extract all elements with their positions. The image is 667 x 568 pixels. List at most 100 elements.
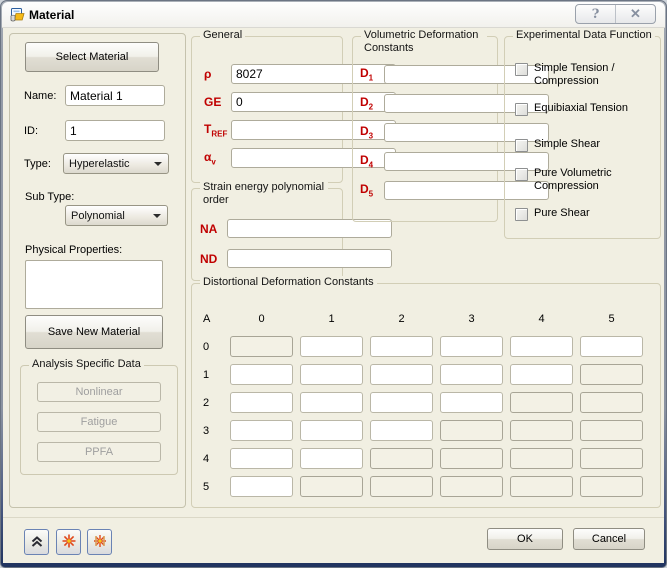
d1-label: D1 [360, 66, 384, 82]
constant-cell-5-5 [580, 476, 643, 497]
distortional-constants-table: A012345012345 [199, 308, 643, 497]
physical-properties-label: Physical Properties: [25, 244, 122, 256]
checkbox-pure-shear[interactable] [515, 208, 528, 221]
constant-cell-1-0[interactable] [230, 364, 293, 385]
general-group-title: General [200, 29, 245, 42]
chevron-double-up-icon [29, 533, 45, 552]
constant-cell-5-4 [510, 476, 573, 497]
constant-cell-1-2[interactable] [370, 364, 433, 385]
material-dialog: Material ? ✕ Select Material Name: ID: T… [0, 0, 667, 568]
constant-cell-0-4[interactable] [510, 336, 573, 357]
nonlinear-button: Nonlinear [37, 382, 161, 402]
volumetric-constants-group: Volumetric Deformation Constants D1D2D3D… [352, 36, 498, 222]
alpha-v-field-row: αv [204, 148, 331, 168]
subtype-dropdown[interactable]: Polynomial [65, 205, 168, 226]
distortional-constants-group: Distortional Deformation Constants A0123… [191, 283, 661, 508]
constant-cell-2-2[interactable] [370, 392, 433, 413]
checkbox-label: Pure Volumetric Compression [534, 167, 648, 193]
constant-cell-2-1[interactable] [300, 392, 363, 413]
help-button[interactable]: ? [576, 5, 615, 23]
title-bar: Material ? ✕ [2, 2, 665, 28]
type-dropdown[interactable]: Hyperelastic [63, 153, 169, 174]
starburst-icon [61, 533, 77, 552]
name-label: Name: [24, 90, 56, 102]
column-header-3: 3 [440, 308, 503, 329]
starburst-button[interactable] [56, 529, 81, 555]
type-dropdown-value: Hyperelastic [69, 158, 130, 170]
starburst-bars-button[interactable] [87, 529, 112, 555]
row-header-5: 5 [199, 476, 223, 497]
column-header-4: 4 [510, 308, 573, 329]
d4-field-row: D4 [360, 152, 484, 171]
rho-label: ρ [204, 67, 231, 81]
experimental-option-row: Simple Shear [515, 138, 656, 152]
strain-energy-group: Strain energy polynomial order NAND [191, 188, 343, 281]
ok-button[interactable]: OK [487, 528, 563, 550]
nd-label: ND [200, 252, 227, 266]
constant-cell-2-0[interactable] [230, 392, 293, 413]
subtype-dropdown-value: Polynomial [71, 210, 125, 222]
close-button[interactable]: ✕ [616, 5, 655, 23]
constant-cell-4-0[interactable] [230, 448, 293, 469]
constant-cell-4-1[interactable] [300, 448, 363, 469]
experimental-option-row: Equibiaxial Tension [515, 102, 656, 116]
checkbox-simple-shear[interactable] [515, 139, 528, 152]
chevron-down-icon [154, 162, 162, 166]
d2-field-row: D2 [360, 94, 484, 113]
physical-properties-listbox[interactable] [25, 260, 163, 309]
constant-cell-5-0[interactable] [230, 476, 293, 497]
checkbox-label: Pure Shear [534, 207, 590, 220]
id-label: ID: [24, 125, 38, 137]
checkbox-simple-tension-compression[interactable] [515, 63, 528, 76]
column-header-5: 5 [580, 308, 643, 329]
constant-cell-5-1 [300, 476, 363, 497]
constant-cell-3-5 [580, 420, 643, 441]
checkbox-label: Simple Shear [534, 138, 600, 151]
nd-input[interactable] [227, 249, 392, 268]
column-header-1: 1 [300, 308, 363, 329]
footer-separator [3, 517, 664, 518]
analysis-group-title: Analysis Specific Data [29, 358, 144, 371]
checkbox-label: Simple Tension / Compression [534, 62, 648, 88]
constant-cell-4-2 [370, 448, 433, 469]
checkbox-equibiaxial-tension[interactable] [515, 103, 528, 116]
constant-cell-1-3[interactable] [440, 364, 503, 385]
constant-cell-1-1[interactable] [300, 364, 363, 385]
select-material-button[interactable]: Select Material [25, 42, 159, 72]
experimental-group-title: Experimental Data Function [513, 29, 655, 42]
d1-field-row: D1 [360, 65, 484, 84]
experimental-option-row: Pure Volumetric Compression [515, 167, 656, 193]
constant-cell-3-2[interactable] [370, 420, 433, 441]
checkbox-pure-volumetric-compression[interactable] [515, 168, 528, 181]
fatigue-button: Fatigue [37, 412, 161, 432]
d3-label: D3 [360, 124, 384, 140]
constant-cell-0-1[interactable] [300, 336, 363, 357]
constant-cell-1-4[interactable] [510, 364, 573, 385]
constant-cell-3-1[interactable] [300, 420, 363, 441]
cancel-button[interactable]: Cancel [573, 528, 645, 550]
constant-cell-2-4 [510, 392, 573, 413]
constant-cell-2-3[interactable] [440, 392, 503, 413]
chevron-double-up-button[interactable] [24, 529, 49, 555]
d3-field-row: D3 [360, 123, 484, 142]
constant-cell-3-0[interactable] [230, 420, 293, 441]
d5-label: D5 [360, 182, 384, 198]
distortional-group-title: Distortional Deformation Constants [200, 276, 377, 289]
save-new-material-button[interactable]: Save New Material [25, 315, 163, 349]
constant-cell-0-5[interactable] [580, 336, 643, 357]
constant-cell-4-3 [440, 448, 503, 469]
constant-cell-3-3 [440, 420, 503, 441]
constant-cell-0-3[interactable] [440, 336, 503, 357]
constant-cell-5-2 [370, 476, 433, 497]
material-selection-panel: Select Material Name: ID: Type: Hyperela… [9, 33, 186, 508]
row-header-4: 4 [199, 448, 223, 469]
rho-field-row: ρ [204, 64, 331, 84]
constant-cell-0-2[interactable] [370, 336, 433, 357]
id-input[interactable] [65, 120, 165, 141]
constant-cell-3-4 [510, 420, 573, 441]
d5-field-row: D5 [360, 181, 484, 200]
dialog-body: Select Material Name: ID: Type: Hyperela… [3, 28, 664, 563]
name-input[interactable] [65, 85, 165, 106]
close-icon: ✕ [630, 7, 641, 22]
analysis-specific-data-group: Analysis Specific Data NonlinearFatigueP… [20, 365, 178, 475]
